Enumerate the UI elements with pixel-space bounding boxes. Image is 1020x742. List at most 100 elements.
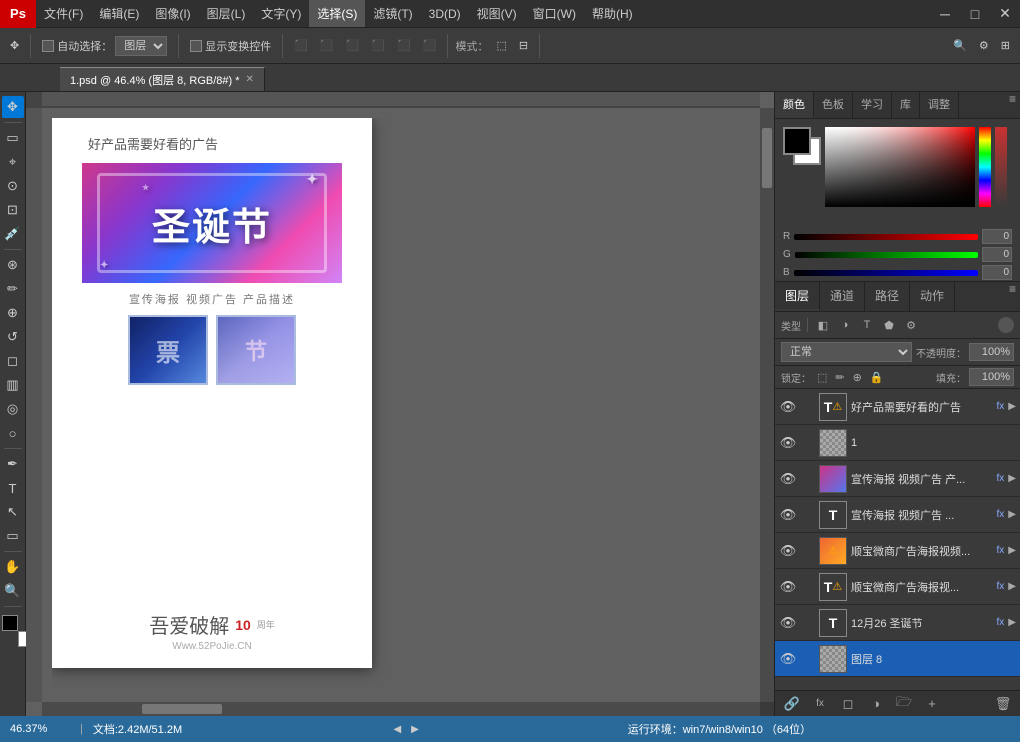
tab-adjustments[interactable]: 调整 [920, 92, 959, 118]
opacity-input[interactable] [969, 343, 1014, 361]
brush-tool[interactable]: ✏ [2, 278, 24, 300]
layer-visibility-2[interactable]: 👁 [779, 434, 797, 452]
settings-button[interactable]: ⚙ [975, 37, 993, 54]
channels-tab[interactable]: 通道 [820, 282, 865, 311]
eyedropper-tool[interactable]: 💉 [2, 223, 24, 245]
layer-visibility-6[interactable]: 👁 [779, 578, 797, 596]
lasso-tool[interactable]: ⌖ [2, 151, 24, 173]
layer-adjustment-btn[interactable]: ◑ [865, 693, 887, 715]
layer-item-2[interactable]: 👁 1 [775, 425, 1020, 461]
move-tool[interactable]: ✥ [2, 96, 24, 118]
expand-btn-6[interactable]: ▶ [1008, 581, 1016, 592]
layer-item-3[interactable]: 👁 宣传海报 视频广告 产... fx ▶ [775, 461, 1020, 497]
menu-view[interactable]: 视图(V) [469, 0, 525, 27]
slider-b-value[interactable] [982, 265, 1012, 280]
gradient-tool[interactable]: ▥ [2, 374, 24, 396]
menu-file[interactable]: 文件(F) [36, 0, 91, 27]
tab-libraries[interactable]: 库 [892, 92, 920, 118]
align-center-button[interactable]: ⬛ [316, 37, 338, 54]
align-top-button[interactable]: ⬛ [367, 37, 389, 54]
filter-text-icon[interactable]: T [858, 316, 876, 334]
blend-mode-select[interactable]: 正常 [781, 342, 912, 362]
close-tab-icon[interactable]: ✕ [246, 74, 254, 85]
pen-tool[interactable]: ✒ [2, 453, 24, 475]
lock-pixels-icon[interactable]: ⬚ [815, 370, 829, 385]
menu-image[interactable]: 图像(I) [147, 0, 198, 27]
mode-icon-1[interactable]: ⬚ [492, 37, 510, 54]
document-tab-1[interactable]: 1.psd @ 46.4% (图层 8, RGB/8#) * ✕ [60, 67, 265, 91]
color-panel-menu[interactable]: ≡ [1005, 92, 1020, 118]
layer-item-6[interactable]: 👁 T ⚠ 顺宝微商广告海报视... fx ▶ [775, 569, 1020, 605]
nav-prev[interactable]: ◀ [393, 724, 401, 735]
close-button[interactable]: ✕ [990, 0, 1020, 28]
tab-color[interactable]: 颜色 [775, 92, 814, 118]
hand-tool[interactable]: ✋ [2, 556, 24, 578]
align-right-button[interactable]: ⬛ [342, 37, 364, 54]
slider-r-bar[interactable] [794, 234, 978, 240]
new-group-btn[interactable]: 🗁 [893, 693, 915, 715]
delete-layer-btn[interactable]: 🗑 [992, 693, 1014, 715]
align-middle-button[interactable]: ⬛ [393, 37, 415, 54]
minimize-button[interactable]: ─ [930, 0, 960, 28]
expand-btn-3[interactable]: ▶ [1008, 473, 1016, 484]
lock-brush-icon[interactable]: ✏ [833, 370, 846, 385]
auto-select-dropdown[interactable]: 图层 [115, 36, 167, 56]
layer-item-4[interactable]: 👁 T 宣传海报 视频广告 ... fx ▶ [775, 497, 1020, 533]
menu-window[interactable]: 窗口(W) [525, 0, 584, 27]
maximize-button[interactable]: □ [960, 0, 990, 28]
dodge-tool[interactable]: ○ [2, 422, 24, 444]
layer-fx-btn[interactable]: fx [809, 693, 831, 715]
nav-next[interactable]: ▶ [411, 724, 419, 735]
color-hue-slider[interactable] [979, 127, 991, 207]
new-layer-btn[interactable]: + [921, 693, 943, 715]
actions-tab[interactable]: 动作 [910, 282, 955, 311]
color-saturation-value[interactable] [825, 127, 975, 207]
quick-select-tool[interactable]: ⊙ [2, 175, 24, 197]
layers-tab[interactable]: 图层 [775, 282, 820, 311]
menu-3d[interactable]: 3D(D) [421, 0, 469, 27]
text-tool[interactable]: T [2, 477, 24, 499]
layer-item-8[interactable]: 👁 图层 8 [775, 641, 1020, 677]
tab-swatches[interactable]: 色板 [814, 92, 853, 118]
search-button[interactable]: 🔍 [949, 37, 971, 54]
history-brush-tool[interactable]: ↺ [2, 326, 24, 348]
filter-shape-icon[interactable]: ⬟ [880, 316, 898, 334]
vertical-scrollbar-thumb[interactable] [762, 128, 772, 188]
fill-input[interactable] [969, 368, 1014, 386]
path-select-tool[interactable]: ↖ [2, 501, 24, 523]
auto-select-checkbox[interactable] [42, 40, 54, 52]
lock-position-icon[interactable]: ⊕ [851, 370, 864, 385]
slider-r-value[interactable] [982, 229, 1012, 244]
color-alpha-slider[interactable] [995, 127, 1007, 207]
layers-panel-menu[interactable]: ≡ [1005, 282, 1020, 311]
stamp-tool[interactable]: ⊕ [2, 302, 24, 324]
horizontal-scrollbar-thumb[interactable] [142, 704, 222, 714]
align-bottom-button[interactable]: ⬛ [419, 37, 441, 54]
spot-heal-tool[interactable]: ⊛ [2, 254, 24, 276]
expand-btn-7[interactable]: ▶ [1008, 617, 1016, 628]
layer-item-5[interactable]: 👁 ⚠ 顺宝微商广告海报视频... fx ▶ [775, 533, 1020, 569]
align-left-button[interactable]: ⬛ [290, 37, 312, 54]
eraser-tool[interactable]: ◻ [2, 350, 24, 372]
filter-smart-icon[interactable]: ⚙ [902, 316, 920, 334]
layer-item-7[interactable]: 👁 T 12月26 圣诞节 fx ▶ [775, 605, 1020, 641]
horizontal-scrollbar[interactable] [42, 702, 760, 716]
shape-tool[interactable]: ▭ [2, 525, 24, 547]
layer-visibility-3[interactable]: 👁 [779, 470, 797, 488]
menu-filter[interactable]: 滤镜(T) [365, 0, 420, 27]
menu-layer[interactable]: 图层(L) [199, 0, 254, 27]
layer-visibility-8[interactable]: 👁 [779, 650, 797, 668]
tab-learn[interactable]: 学习 [853, 92, 892, 118]
layer-visibility-5[interactable]: 👁 [779, 542, 797, 560]
expand-btn-1[interactable]: ▶ [1008, 401, 1016, 412]
slider-g-value[interactable] [982, 247, 1012, 262]
layer-visibility-1[interactable]: 👁 [779, 398, 797, 416]
vertical-scrollbar[interactable] [760, 108, 774, 702]
layer-link-btn[interactable]: 🔗 [781, 693, 803, 715]
filter-pixel-icon[interactable]: ◧ [814, 316, 832, 334]
menu-edit[interactable]: 编辑(E) [91, 0, 147, 27]
foreground-swatch[interactable] [783, 127, 811, 155]
foreground-color[interactable] [2, 615, 18, 631]
marquee-tool[interactable]: ▭ [2, 127, 24, 149]
show-transform-checkbox[interactable] [190, 40, 202, 52]
